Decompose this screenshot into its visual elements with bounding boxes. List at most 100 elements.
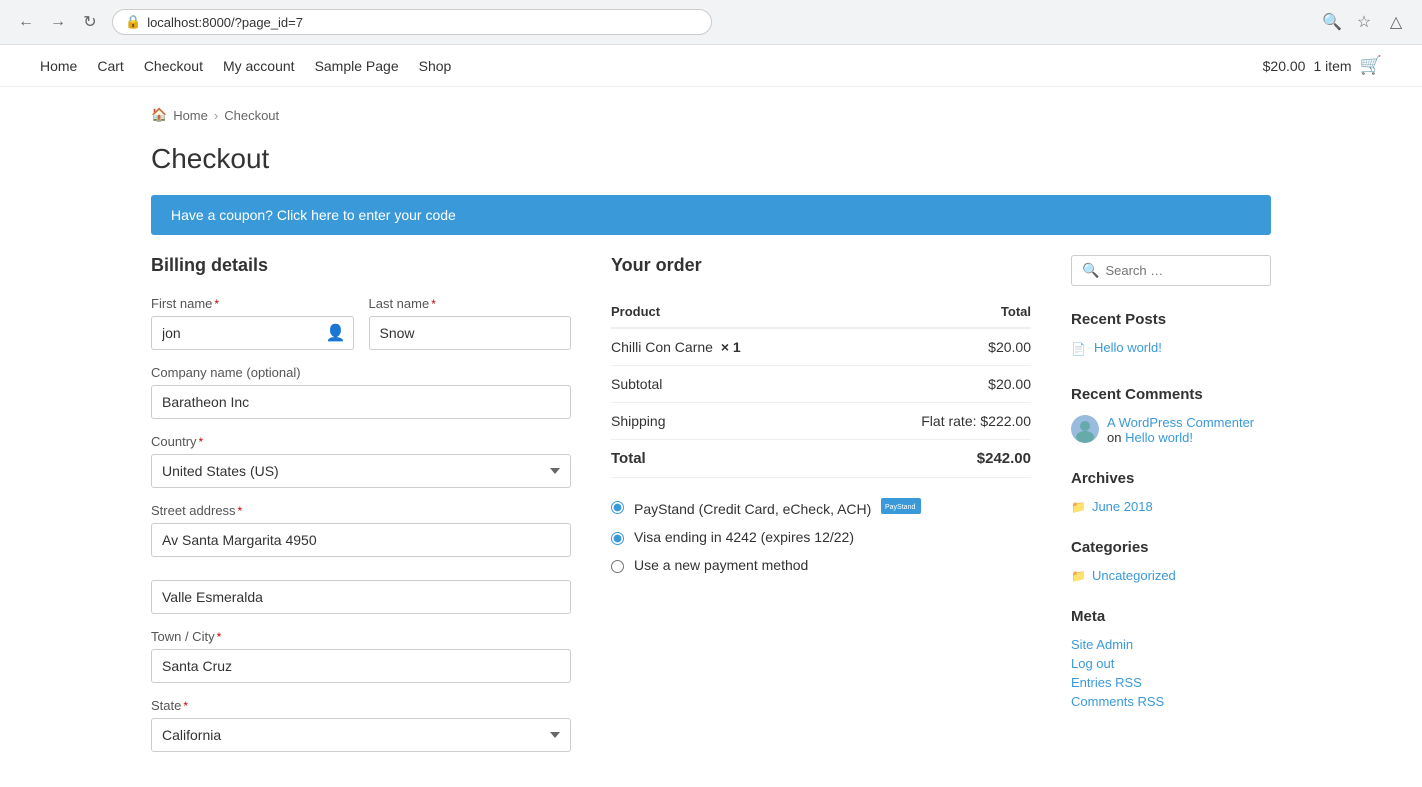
- nav-myaccount[interactable]: My account: [223, 58, 295, 74]
- visa-label: Visa ending in 4242 (expires 12/22): [634, 529, 854, 545]
- name-row: First name * 👤 Last name *: [151, 296, 571, 350]
- folder-icon: 📁: [1071, 500, 1086, 514]
- page-wrapper: 🏠 Home › Checkout Checkout Have a coupon…: [111, 87, 1311, 787]
- visa-option: Visa ending in 4242 (expires 12/22): [611, 529, 1031, 545]
- product-header: Product: [611, 296, 838, 328]
- nav-shop[interactable]: Shop: [419, 58, 452, 74]
- shipping-label: Shipping: [611, 403, 838, 440]
- nav-checkout[interactable]: Checkout: [144, 58, 203, 74]
- browser-nav-buttons: ← → ↻: [12, 8, 104, 36]
- site-header: Home Cart Checkout My account Sample Pag…: [0, 45, 1422, 87]
- recent-comments-title: Recent Comments: [1071, 386, 1271, 403]
- country-select[interactable]: United States (US): [151, 454, 571, 488]
- state-select[interactable]: California: [151, 718, 571, 752]
- search-input[interactable]: [1105, 263, 1281, 278]
- reload-button[interactable]: ↻: [76, 8, 104, 36]
- coupon-banner[interactable]: Have a coupon? Click here to enter your …: [151, 195, 1271, 235]
- paystand-label: PayStand (Credit Card, eCheck, ACH) PayS…: [634, 498, 921, 517]
- town-row: Town / City *: [151, 629, 571, 683]
- breadcrumb-current: Checkout: [224, 108, 279, 123]
- nav-samplepage[interactable]: Sample Page: [315, 58, 399, 74]
- street-row: Street address *: [151, 503, 571, 565]
- meta-comments-rss[interactable]: Comments RSS: [1071, 694, 1271, 709]
- last-name-field: Last name *: [369, 296, 572, 350]
- country-label: Country *: [151, 434, 571, 449]
- company-field: Company name (optional): [151, 365, 571, 419]
- recent-comment-item: A WordPress Commenter on Hello world!: [1071, 415, 1271, 445]
- recent-post-item: 📄 Hello world!: [1071, 340, 1271, 361]
- meta-title: Meta: [1071, 608, 1271, 625]
- search-icon: 🔍: [1082, 262, 1099, 279]
- first-name-field: First name * 👤: [151, 296, 354, 350]
- town-input[interactable]: [151, 649, 571, 683]
- cart-items-count: 1 item: [1313, 58, 1351, 74]
- item-name: Chilli Con Carne × 1: [611, 328, 838, 366]
- order-table: Product Total Chilli Con Carne × 1 $20.0…: [611, 296, 1031, 478]
- cart-icon[interactable]: 🛒: [1360, 55, 1382, 76]
- paystand-option: PayStand (Credit Card, eCheck, ACH) PayS…: [611, 498, 1031, 517]
- breadcrumb: 🏠 Home › Checkout: [151, 107, 1271, 123]
- total-row: Total $242.00: [611, 440, 1031, 478]
- category-item: 📁 Uncategorized: [1071, 568, 1271, 583]
- post-icon: 📄: [1071, 342, 1086, 356]
- extensions-button[interactable]: △: [1382, 8, 1410, 36]
- new-method-radio[interactable]: [611, 560, 624, 573]
- bookmark-button[interactable]: ☆: [1350, 8, 1378, 36]
- order-title: Your order: [611, 255, 1031, 276]
- category-link[interactable]: Uncategorized: [1092, 568, 1176, 583]
- paystand-radio[interactable]: [611, 501, 624, 514]
- visa-radio[interactable]: [611, 532, 624, 545]
- breadcrumb-home[interactable]: Home: [173, 108, 208, 123]
- cart-summary: $20.00 1 item 🛒: [1263, 55, 1382, 76]
- first-name-label: First name *: [151, 296, 354, 311]
- required-star-3: *: [199, 435, 204, 449]
- new-method-label: Use a new payment method: [634, 557, 808, 573]
- recent-post-link[interactable]: Hello world!: [1094, 340, 1162, 355]
- search-browser-button[interactable]: 🔍: [1318, 8, 1346, 36]
- required-star-2: *: [431, 297, 436, 311]
- forward-button[interactable]: →: [44, 8, 72, 36]
- svg-text:PayStand: PayStand: [885, 504, 915, 511]
- company-row: Company name (optional): [151, 365, 571, 419]
- company-input[interactable]: [151, 385, 571, 419]
- sidebar-archives: Archives 📁 June 2018: [1071, 470, 1271, 514]
- subtotal-row: Subtotal $20.00: [611, 366, 1031, 403]
- street-input-1[interactable]: [151, 523, 571, 557]
- url-text: localhost:8000/?page_id=7: [147, 15, 303, 30]
- nav-cart[interactable]: Cart: [97, 58, 123, 74]
- subtotal-label: Subtotal: [611, 366, 838, 403]
- sidebar: 🔍 Recent Posts 📄 Hello world! Recent Com…: [1071, 255, 1271, 767]
- meta-logout[interactable]: Log out: [1071, 656, 1271, 671]
- address-bar[interactable]: 🔒 localhost:8000/?page_id=7: [112, 9, 712, 35]
- required-star-5: *: [217, 630, 222, 644]
- required-star-4: *: [238, 504, 243, 518]
- last-name-input[interactable]: [369, 316, 572, 350]
- meta-entries-rss[interactable]: Entries RSS: [1071, 675, 1271, 690]
- paystand-logo-svg: PayStand: [881, 498, 921, 514]
- cart-total: $20.00: [1263, 58, 1306, 74]
- state-row: State * California: [151, 698, 571, 752]
- total-header: Total: [838, 296, 1031, 328]
- home-icon: 🏠: [151, 107, 167, 123]
- sidebar-categories: Categories 📁 Uncategorized: [1071, 539, 1271, 583]
- categories-title: Categories: [1071, 539, 1271, 556]
- shipping-row: Shipping Flat rate: $222.00: [611, 403, 1031, 440]
- first-name-input[interactable]: [151, 316, 354, 350]
- checkout-main: Billing details First name * 👤: [151, 255, 1031, 767]
- sidebar-recent-comments: Recent Comments A WordPress Commenter on…: [1071, 386, 1271, 445]
- nav-home[interactable]: Home: [40, 58, 77, 74]
- comment-author-link[interactable]: A WordPress Commenter: [1107, 415, 1254, 430]
- total-label: Total: [611, 440, 838, 478]
- archive-link[interactable]: June 2018: [1092, 499, 1153, 514]
- state-label: State *: [151, 698, 571, 713]
- recent-posts-title: Recent Posts: [1071, 311, 1271, 328]
- meta-site-admin[interactable]: Site Admin: [1071, 637, 1271, 652]
- country-field: Country * United States (US): [151, 434, 571, 488]
- last-name-label: Last name *: [369, 296, 572, 311]
- back-button[interactable]: ←: [12, 8, 40, 36]
- street-input-2[interactable]: [151, 580, 571, 614]
- street-field: Street address *: [151, 503, 571, 565]
- comment-text: A WordPress Commenter on Hello world!: [1107, 415, 1271, 445]
- payment-methods: PayStand (Credit Card, eCheck, ACH) PayS…: [611, 498, 1031, 573]
- comment-post-link[interactable]: Hello world!: [1125, 430, 1193, 445]
